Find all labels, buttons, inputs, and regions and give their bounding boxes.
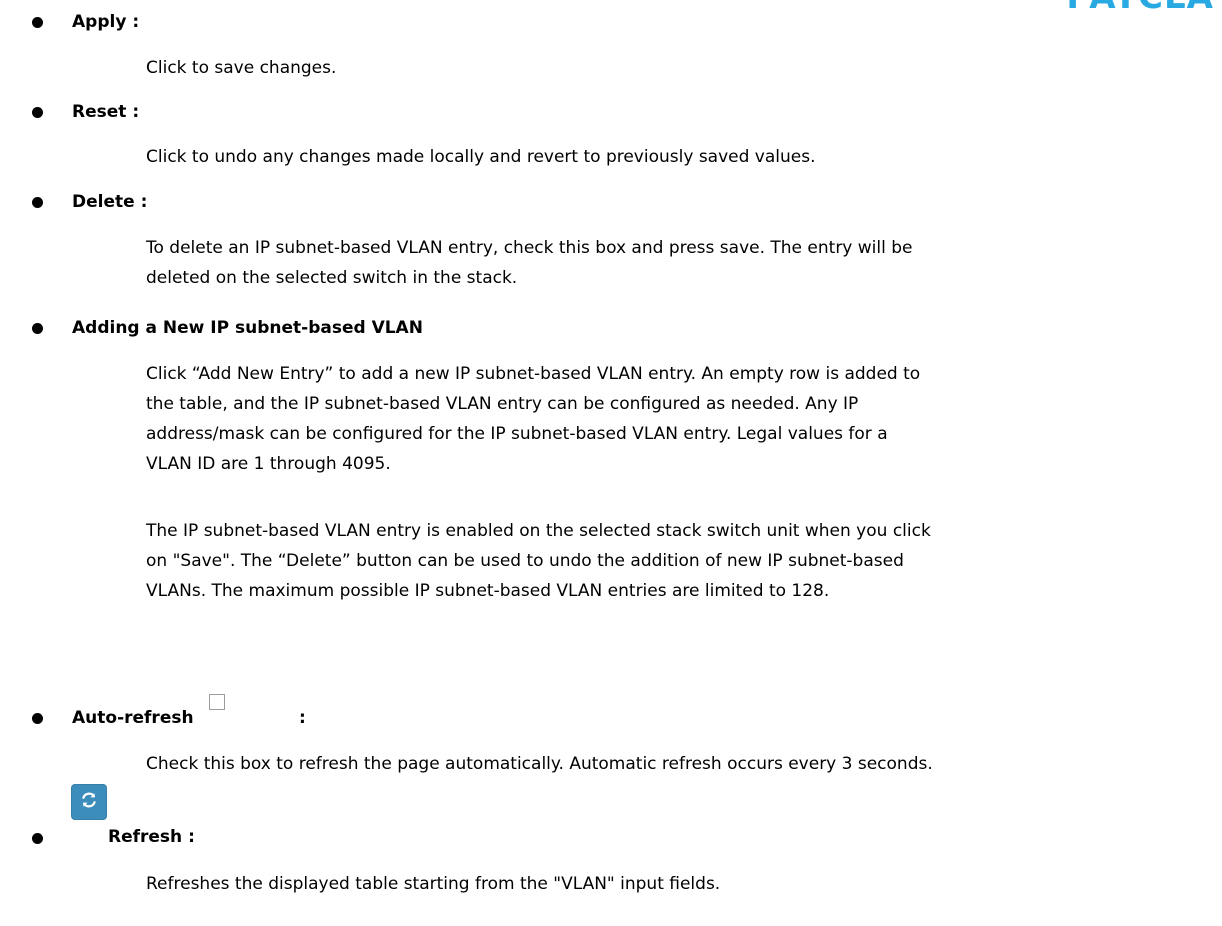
brand-logo-fragment: PATCLA — [1066, 0, 1214, 14]
bullet-apply — [32, 17, 43, 28]
refresh-description: Refreshes the displayed table starting f… — [146, 869, 1210, 899]
refresh-heading: Refresh : — [108, 827, 195, 847]
autorefresh-description-line: Check this box to refresh the page autom… — [146, 754, 933, 774]
refresh-button[interactable] — [71, 784, 107, 820]
delete-description: To delete an IP subnet-based VLAN entry,… — [146, 233, 1210, 293]
reset-description: Click to undo any changes made locally a… — [146, 142, 1210, 172]
autorefresh-heading: Auto-refresh — [72, 708, 194, 728]
adding-description-2: The IP subnet-based VLAN entry is enable… — [146, 516, 1210, 606]
bullet-delete — [32, 197, 43, 208]
bullet-autorefresh — [32, 713, 43, 724]
autorefresh-colon: : — [299, 708, 306, 728]
bullet-adding — [32, 323, 43, 334]
apply-heading: Apply : — [72, 12, 140, 32]
adding-heading: Adding a New IP subnet-based VLAN — [72, 318, 423, 338]
apply-description-line: Click to save changes. — [146, 58, 337, 78]
apply-description: Click to save changes. — [146, 53, 1210, 83]
adding-description-line: VLAN ID are 1 through 4095. — [146, 454, 391, 474]
adding-description-line: VLANs. The maximum possible IP subnet-ba… — [146, 581, 830, 601]
adding-description-line: the table, and the IP subnet-based VLAN … — [146, 394, 859, 414]
autorefresh-description: Check this box to refresh the page autom… — [146, 749, 1210, 779]
reset-heading: Reset : — [72, 102, 140, 122]
refresh-description-line: Refreshes the displayed table starting f… — [146, 874, 721, 894]
bullet-refresh — [32, 833, 43, 844]
adding-description-line: Click “Add New Entry” to add a new IP su… — [146, 364, 921, 384]
adding-description-line: The IP subnet-based VLAN entry is enable… — [146, 521, 931, 541]
bullet-reset — [32, 107, 43, 118]
delete-heading: Delete : — [72, 192, 148, 212]
autorefresh-checkbox[interactable] — [209, 694, 225, 710]
adding-description-1: Click “Add New Entry” to add a new IP su… — [146, 359, 1210, 479]
adding-description-line: address/mask can be configured for the I… — [146, 424, 888, 444]
delete-description-line: deleted on the selected switch in the st… — [146, 268, 518, 288]
delete-description-line: To delete an IP subnet-based VLAN entry,… — [146, 238, 913, 258]
refresh-icon — [80, 791, 98, 813]
adding-description-line: on "Save". The “Delete” button can be us… — [146, 551, 904, 571]
reset-description-line: Click to undo any changes made locally a… — [146, 147, 816, 167]
